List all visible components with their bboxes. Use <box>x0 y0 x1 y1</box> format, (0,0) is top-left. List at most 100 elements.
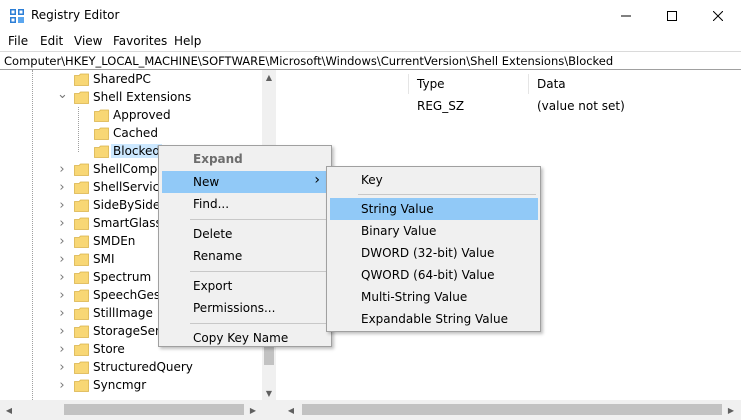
tree-item-label: Syncmgr <box>93 378 147 392</box>
tree-item[interactable]: Cached <box>0 125 262 143</box>
registry-icon <box>10 9 24 23</box>
menu-edit[interactable]: Edit <box>40 34 63 48</box>
title-bar: Registry Editor <box>0 0 741 31</box>
context-menu-item-permissions[interactable]: Permissions... <box>162 297 328 319</box>
new-submenu: Key String Value Binary Value DWORD (32-bit… <box>326 166 541 332</box>
submenu-item-dword-32-bit-value[interactable]: DWORD (32-bit) Value <box>330 242 538 264</box>
context-menu-item-delete[interactable]: Delete <box>162 223 328 245</box>
menu-view[interactable]: View <box>74 34 102 48</box>
scroll-corner <box>262 400 280 420</box>
tree-item-label: ShellService <box>93 180 167 194</box>
menu-item-label: DWORD (32-bit) Value <box>361 246 495 260</box>
value-type[interactable]: REG_SZ <box>417 99 464 113</box>
tree-item[interactable]: SharedPC <box>0 71 262 89</box>
tree-item[interactable]: › Syncmgr <box>0 377 262 395</box>
context-menu-item-expand[interactable]: Expand <box>162 148 328 170</box>
menu-separator <box>190 218 326 220</box>
list-hscroll-thumb[interactable] <box>302 404 722 415</box>
expand-chevron-icon[interactable]: › <box>57 361 67 374</box>
scroll-right-icon[interactable]: ▶ <box>246 403 260 417</box>
menu-item-label: Find... <box>193 197 230 211</box>
context-menu-item-new[interactable]: New › <box>162 170 328 193</box>
menu-item-label: Delete <box>193 226 233 241</box>
menu-item-label: QWORD (64-bit) Value <box>361 268 495 282</box>
collapse-chevron-icon[interactable]: ⌄ <box>57 88 68 101</box>
scroll-left-icon[interactable]: ◀ <box>2 403 16 417</box>
maximize-button[interactable] <box>649 0 695 31</box>
menu-item-label: Expand <box>193 152 243 166</box>
context-menu: Expand New › Find... Delete Rename Export Permi… <box>158 145 332 347</box>
submenu-item-string-value[interactable]: String Value <box>330 198 538 220</box>
menu-item-label: Key <box>361 173 383 187</box>
context-menu-item-copy-key-name[interactable]: Copy Key Name <box>162 327 328 349</box>
column-separator[interactable] <box>408 74 409 94</box>
menu-item-label: New <box>193 174 220 189</box>
expand-chevron-icon[interactable]: › <box>57 163 67 176</box>
menu-favorites[interactable]: Favorites <box>113 34 167 48</box>
window-title: Registry Editor <box>31 8 120 22</box>
scroll-down-icon[interactable]: ▼ <box>262 386 276 400</box>
column-header-data[interactable]: Data <box>537 77 566 91</box>
column-separator[interactable] <box>528 74 529 94</box>
folder-icon <box>74 199 89 212</box>
menu-item-label: Export <box>193 278 233 293</box>
close-button[interactable] <box>695 0 741 31</box>
submenu-arrow-icon: › <box>314 171 320 188</box>
minimize-button[interactable] <box>603 0 649 31</box>
tree-item-label: SMI <box>93 252 115 266</box>
expand-chevron-icon[interactable]: › <box>57 343 67 356</box>
menu-help[interactable]: Help <box>174 34 201 48</box>
submenu-item-expandable-string-value[interactable]: Expandable String Value <box>330 308 538 330</box>
context-menu-item-rename[interactable]: Rename <box>162 245 328 267</box>
context-menu-item-export[interactable]: Export <box>162 275 328 297</box>
folder-icon <box>74 271 89 284</box>
context-menu-item-find[interactable]: Find... <box>162 193 328 215</box>
tree-item[interactable]: ⌄ Shell Extensions <box>0 88 262 107</box>
folder-icon <box>74 289 89 302</box>
folder-icon <box>94 127 109 140</box>
tree-hscroll-thumb[interactable] <box>64 404 244 415</box>
value-data[interactable]: (value not set) <box>537 99 625 113</box>
expand-chevron-icon[interactable]: › <box>57 199 67 212</box>
column-header-type[interactable]: Type <box>417 77 445 91</box>
expand-chevron-icon[interactable]: › <box>57 271 67 284</box>
tree-item[interactable]: › StructuredQuery <box>0 359 262 377</box>
menu-item-label: Copy Key Name <box>193 330 289 345</box>
address-bar[interactable]: Computer\HKEY_LOCAL_MACHINE\SOFTWARE\Mic… <box>0 51 741 70</box>
menu-separator <box>190 270 326 272</box>
folder-icon <box>74 379 89 392</box>
submenu-item-qword-64-bit-value[interactable]: QWORD (64-bit) Value <box>330 264 538 286</box>
menu-separator <box>358 194 536 195</box>
tree-horizontal-scrollbar[interactable]: ◀ ▶ <box>0 400 262 420</box>
expand-chevron-icon[interactable]: › <box>57 325 67 338</box>
submenu-item-key[interactable]: Key <box>330 169 538 191</box>
expand-chevron-icon[interactable]: › <box>57 289 67 302</box>
expand-chevron-icon[interactable]: › <box>57 181 67 194</box>
expand-chevron-icon[interactable]: › <box>57 379 67 392</box>
folder-icon <box>74 181 89 194</box>
expand-chevron-icon[interactable]: › <box>57 253 67 266</box>
folder-icon <box>74 307 89 320</box>
menu-separator <box>190 322 326 324</box>
tree-item-label: SmartGlass <box>93 216 162 230</box>
menu-item-label: Multi-String Value <box>361 290 468 304</box>
scroll-right-icon[interactable]: ▶ <box>724 403 738 417</box>
scroll-up-icon[interactable]: ▲ <box>262 70 276 84</box>
folder-icon <box>74 253 89 266</box>
folder-icon <box>74 91 89 104</box>
expand-chevron-icon[interactable]: › <box>57 307 67 320</box>
folder-icon <box>74 343 89 356</box>
folder-icon <box>74 361 89 374</box>
menu-item-label: Expandable String Value <box>361 312 508 326</box>
scroll-left-icon[interactable]: ◀ <box>284 403 298 417</box>
tree-item[interactable]: Approved <box>0 107 262 125</box>
folder-icon <box>74 325 89 338</box>
menu-item-label: String Value <box>361 202 434 216</box>
expand-chevron-icon[interactable]: › <box>57 217 67 230</box>
list-horizontal-scrollbar[interactable]: ◀ ▶ <box>280 400 741 420</box>
menu-file[interactable]: File <box>8 34 28 48</box>
tree-item-label: ShellCompa <box>93 162 165 176</box>
submenu-item-multi-string-value[interactable]: Multi-String Value <box>330 286 538 308</box>
submenu-item-binary-value[interactable]: Binary Value <box>330 220 538 242</box>
expand-chevron-icon[interactable]: › <box>57 235 67 248</box>
